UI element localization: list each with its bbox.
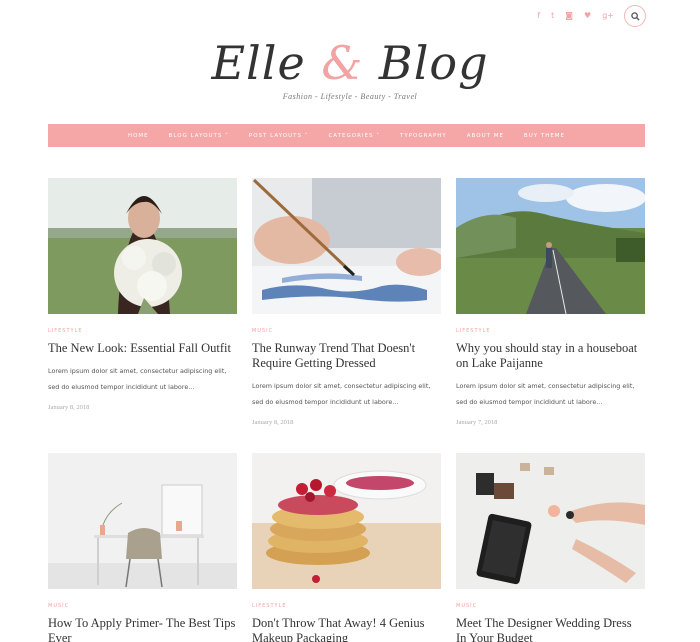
painting-hands-image (252, 178, 441, 314)
nav-item-blog-layouts[interactable]: Blog Layouts ˅ (159, 133, 239, 139)
designer-desk-image (456, 453, 645, 589)
search-icon (630, 11, 640, 21)
nav-item-categories[interactable]: Categories ˅ (318, 133, 390, 139)
post-date: January 8, 2018 (252, 419, 294, 426)
nav-item-buy-theme[interactable]: Buy Theme (514, 133, 575, 139)
facebook-icon[interactable]: f (537, 11, 540, 21)
instagram-icon[interactable]: ◙ (565, 11, 573, 21)
social-icons: f t ◙ ♥ g+ (537, 6, 614, 26)
post-thumbnail[interactable] (48, 178, 237, 314)
post-category[interactable]: Music (456, 603, 645, 609)
post-card: Music How To Apply Primer- The Best Tips… (48, 453, 237, 642)
post-date: January 8, 2018 (48, 404, 90, 411)
nav-item-home[interactable]: Home (118, 133, 159, 139)
twitter-icon[interactable]: t (551, 11, 554, 21)
logo-title: Elle & Blog (211, 36, 489, 90)
post-category[interactable]: Lifestyle (252, 603, 441, 609)
post-card: Lifestyle The New Look: Essential Fall O… (48, 178, 237, 411)
post-excerpt: Lorem ipsum dolor sit amet, consectetur … (48, 367, 227, 391)
desk-chair-image (48, 453, 237, 589)
pancakes-image (252, 453, 441, 589)
nav-item-about-me[interactable]: About Me (457, 133, 514, 139)
post-title[interactable]: The Runway Trend That Doesn't Require Ge… (252, 341, 441, 371)
post-title[interactable]: Meet The Designer Wedding Dress In Your … (456, 616, 645, 642)
post-title[interactable]: Why you should stay in a houseboat on La… (456, 341, 645, 371)
post-excerpt: Lorem ipsum dolor sit amet, consectetur … (456, 382, 635, 406)
post-category[interactable]: Lifestyle (456, 328, 645, 334)
post-thumbnail[interactable] (456, 453, 645, 589)
site-logo[interactable]: Elle & Blog Fashion - Lifestyle - Beauty… (0, 34, 700, 101)
search-button[interactable] (624, 5, 646, 27)
site-tagline: Fashion - Lifestyle - Beauty - Travel (282, 92, 418, 101)
main-nav: Home Blog Layouts ˅ Post Layouts ˅ Categ… (48, 124, 645, 147)
post-category[interactable]: Music (48, 603, 237, 609)
post-card: Music The Runway Trend That Doesn't Requ… (252, 178, 441, 426)
post-card: Music Meet The Designer Wedding Dress In… (456, 453, 645, 642)
post-date: January 7, 2018 (456, 419, 498, 426)
nav-item-post-layouts[interactable]: Post Layouts ˅ (239, 133, 319, 139)
post-excerpt: Lorem ipsum dolor sit amet, consectetur … (252, 382, 431, 406)
post-title[interactable]: The New Look: Essential Fall Outfit (48, 341, 237, 356)
post-thumbnail[interactable] (252, 178, 441, 314)
post-thumbnail[interactable] (252, 453, 441, 589)
post-category[interactable]: Lifestyle (48, 328, 237, 334)
post-card: Lifestyle Why you should stay in a house… (456, 178, 645, 426)
post-title[interactable]: How To Apply Primer- The Best Tips Ever (48, 616, 237, 642)
post-thumbnail[interactable] (456, 178, 645, 314)
post-category[interactable]: Music (252, 328, 441, 334)
post-card: Lifestyle Don't Throw That Away! 4 Geniu… (252, 453, 441, 642)
heart-icon[interactable]: ♥ (584, 11, 591, 21)
post-title[interactable]: Don't Throw That Away! 4 Genius Makeup P… (252, 616, 441, 642)
google-plus-icon[interactable]: g+ (602, 11, 614, 21)
nav-item-typography[interactable]: Typography (390, 133, 457, 139)
woman-flowers-image (48, 178, 237, 314)
post-thumbnail[interactable] (48, 453, 237, 589)
road-landscape-image (456, 178, 645, 314)
logo-ampersand: & (321, 36, 364, 90)
